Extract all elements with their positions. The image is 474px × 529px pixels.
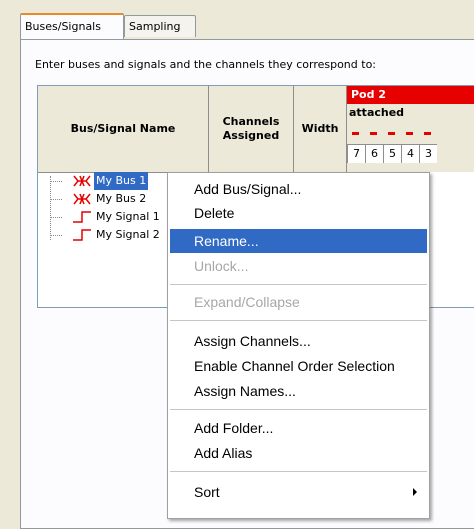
bus-icon — [73, 193, 91, 205]
menu-item-enable-channel-order[interactable]: Enable Channel Order Selection — [170, 354, 427, 378]
menu-item-unlock[interactable]: Unlock... — [170, 254, 427, 278]
tab-buses-signals[interactable]: Buses/Signals — [20, 13, 124, 39]
pin-number: 7 — [347, 144, 365, 163]
menu-item-add-alias[interactable]: Add Alias — [170, 441, 427, 465]
tree-row-label: My Bus 2 — [96, 192, 147, 205]
pin-number: 4 — [401, 144, 419, 163]
pod-label: Pod 2 — [351, 88, 386, 101]
pin-number: 3 — [419, 144, 437, 163]
menu-item-assign-names[interactable]: Assign Names... — [170, 379, 427, 403]
pin-marker — [370, 132, 377, 135]
pod-header: Pod 2 — [347, 86, 474, 104]
tab-sampling[interactable]: Sampling — [124, 15, 196, 37]
menu-item-delete[interactable]: Delete — [170, 201, 427, 225]
tree-connector — [50, 217, 62, 218]
signal-icon — [73, 211, 91, 223]
tree-connector — [50, 181, 62, 182]
tree-connector — [50, 235, 62, 236]
pin-number: 6 — [365, 144, 383, 163]
menu-item-sort-label: Sort — [194, 484, 220, 500]
menu-item-assign-channels[interactable]: Assign Channels... — [170, 329, 427, 353]
context-menu: Add Bus/Signal... Delete Rename... Unloc… — [167, 172, 430, 519]
menu-item-expand-collapse[interactable]: Expand/Collapse — [170, 290, 427, 314]
bus-icon — [73, 175, 91, 187]
menu-separator — [170, 471, 427, 472]
pin-marker — [406, 132, 413, 135]
column-header-channels[interactable]: Channels Assigned — [209, 86, 294, 173]
pin-number: 5 — [383, 144, 401, 163]
column-header-name-label: Bus/Signal Name — [70, 122, 176, 135]
pin-marker — [424, 132, 431, 135]
pod-status-label: attached — [349, 106, 405, 119]
menu-separator — [170, 320, 427, 321]
tree-connector — [50, 199, 62, 200]
tree-row-label: My Signal 2 — [96, 228, 160, 241]
pod-status: attached — [347, 104, 474, 123]
pin-marker — [388, 132, 395, 135]
column-header-width[interactable]: Width — [294, 86, 347, 173]
column-header-width-label: Width — [301, 122, 339, 135]
column-header-channels-label: Channels Assigned — [222, 115, 280, 142]
submenu-arrow-icon — [413, 488, 417, 496]
menu-item-add-bus-signal[interactable]: Add Bus/Signal... — [170, 177, 427, 201]
tree-row-label: My Signal 1 — [96, 210, 160, 223]
instruction-text: Enter buses and signals and the channels… — [35, 58, 377, 71]
menu-separator — [170, 284, 427, 285]
tree-row-label: My Bus 1 — [94, 172, 149, 190]
menu-separator — [170, 409, 427, 410]
column-header-name[interactable]: Bus/Signal Name — [38, 86, 209, 173]
menu-item-add-folder[interactable]: Add Folder... — [170, 416, 427, 440]
menu-item-rename[interactable]: Rename... — [170, 229, 427, 253]
menu-item-sort[interactable]: Sort — [170, 480, 427, 504]
signal-icon — [73, 229, 91, 241]
pin-marker — [352, 132, 359, 135]
